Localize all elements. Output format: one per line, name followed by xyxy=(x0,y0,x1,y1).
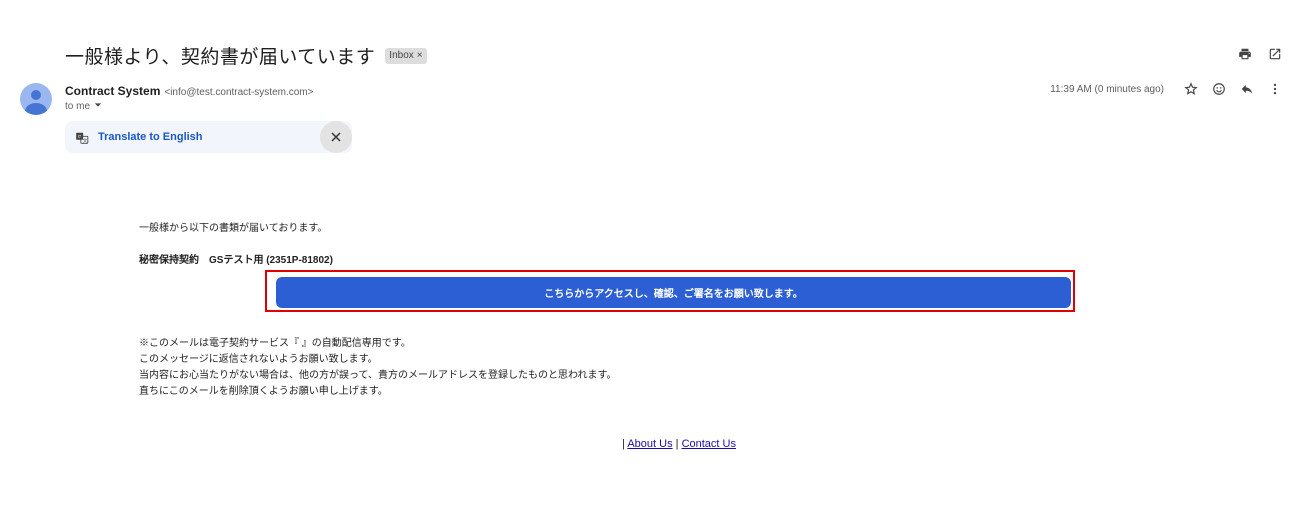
emoji-icon[interactable] xyxy=(1212,82,1226,96)
document-title: 秘密保持契約 GSテスト用 (2351P-81802) xyxy=(139,255,333,266)
avatar-body xyxy=(25,103,47,115)
notice-line: このメッセージに返信されないようお願い致します。 xyxy=(139,354,378,365)
sender-email: <info@test.contract-system.com> xyxy=(164,87,314,98)
avatar-head xyxy=(31,90,41,100)
access-document-button[interactable]: こちらからアクセスし、確認、ご署名をお願い致します。 xyxy=(276,277,1071,308)
print-icon[interactable] xyxy=(1238,47,1252,61)
contact-us-link[interactable]: Contact Us xyxy=(682,438,736,450)
recipient-label: to me xyxy=(65,101,91,112)
label-chip-text: Inbox xyxy=(389,50,414,61)
translate-link[interactable]: Translate to English xyxy=(98,131,203,143)
star-icon[interactable] xyxy=(1184,82,1198,96)
notice-line: ※このメールは電子契約サービス『 』の自動配信専用です。 xyxy=(139,338,411,349)
chevron-down-icon[interactable] xyxy=(94,101,102,112)
sender-avatar[interactable] xyxy=(20,83,52,115)
inbox-label-chip[interactable]: Inbox × xyxy=(385,47,427,64)
sender-info: Contract System <info@test.contract-syst… xyxy=(65,84,313,98)
translate-icon: G文 xyxy=(75,130,89,144)
notice-line: 当内容にお心当たりがない場合は、他の方が誤って、貴方のメールアドレスを登録したも… xyxy=(139,370,617,381)
email-timestamp: 11:39 AM (0 minutes ago) xyxy=(1050,83,1164,95)
email-header: 一般様より、契約書が届いています Inbox × xyxy=(65,42,427,69)
footer-separator: | xyxy=(622,438,625,450)
about-us-link[interactable]: About Us xyxy=(627,438,672,450)
email-subject: 一般様より、契約書が届いています xyxy=(65,46,376,68)
header-actions xyxy=(1238,47,1282,61)
translate-bar: G文 Translate to English xyxy=(65,121,352,153)
notice-block: ※このメールは電子契約サービス『 』の自動配信専用です。 このメッセージに返信さ… xyxy=(139,336,617,400)
intro-text: 一般様から以下の書類が届いております。 xyxy=(139,223,328,234)
notice-line: 直ちにこのメールを削除頂くようお願い申し上げます。 xyxy=(139,386,388,397)
recipient-row[interactable]: to me xyxy=(65,101,102,112)
remove-label-button[interactable]: × xyxy=(417,50,423,61)
more-vert-icon[interactable] xyxy=(1268,82,1282,96)
sender-name[interactable]: Contract System xyxy=(65,84,160,98)
reply-icon[interactable] xyxy=(1240,82,1254,96)
message-actions: 11:39 AM (0 minutes ago) xyxy=(1050,82,1282,96)
svg-text:文: 文 xyxy=(83,137,88,144)
email-footer: | About Us | Contact Us xyxy=(0,438,1304,450)
footer-separator: | xyxy=(675,438,679,450)
open-in-new-icon[interactable] xyxy=(1268,47,1282,61)
close-icon[interactable] xyxy=(320,121,352,153)
